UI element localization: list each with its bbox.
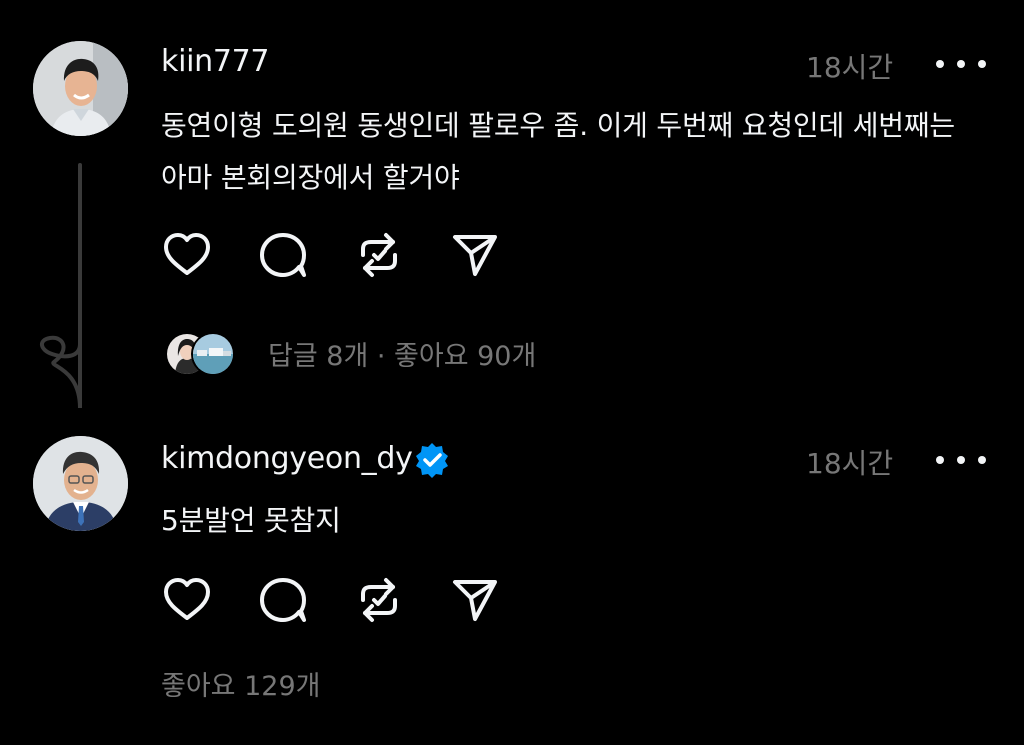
- comment-button[interactable]: [257, 229, 309, 281]
- send-icon: [453, 580, 497, 621]
- repost-icon: [361, 233, 397, 277]
- comment-button[interactable]: [257, 574, 309, 626]
- more-dot-icon: [957, 456, 965, 464]
- comment-icon: [260, 233, 306, 277]
- more-dot-icon: [936, 456, 944, 464]
- repost-button[interactable]: [353, 229, 405, 281]
- post-text: 동연이형 도의원 동생인데 팔로우 좀. 이게 두번째 요청인데 세번째는 아마…: [161, 109, 955, 194]
- share-button[interactable]: [449, 229, 501, 281]
- username[interactable]: kiin777: [161, 44, 270, 79]
- post-stats[interactable]: 답글 8개 · 좋아요 90개: [268, 334, 536, 373]
- like-button[interactable]: [161, 574, 213, 626]
- like-button[interactable]: [161, 229, 213, 281]
- more-dot-icon: [978, 456, 986, 464]
- person-avatar-icon: [33, 41, 128, 136]
- profile-avatar[interactable]: [33, 436, 128, 531]
- repost-button[interactable]: [353, 574, 405, 626]
- profile-avatar[interactable]: [33, 41, 128, 136]
- post-text: 5분발언 못참지: [161, 504, 341, 537]
- replier-avatar-2: [191, 332, 235, 376]
- username[interactable]: kimdongyeon_dy: [161, 441, 413, 476]
- timestamp: 18시간: [806, 51, 894, 84]
- timestamp: 18시간: [806, 447, 894, 480]
- post-stats[interactable]: 좋아요 129개: [161, 664, 320, 703]
- more-dot-icon: [936, 60, 944, 68]
- more-dot-icon: [978, 60, 986, 68]
- comment-icon: [260, 578, 306, 622]
- action-bar: [161, 229, 521, 281]
- replier-avatar-icon: [193, 334, 233, 374]
- post-kimdongyeon_dy: kimdongyeon_dy 18시간 5분발언 못참지 좋아요 129개: [0, 420, 1024, 745]
- send-icon: [453, 235, 497, 276]
- replier-avatars[interactable]: [165, 332, 237, 376]
- repost-icon: [361, 578, 397, 622]
- share-button[interactable]: [449, 574, 501, 626]
- person-avatar-icon: [33, 436, 128, 531]
- more-options-button[interactable]: [936, 445, 986, 475]
- verified-badge-icon: [416, 443, 448, 478]
- heart-icon: [164, 578, 210, 620]
- heart-icon: [164, 233, 210, 275]
- more-options-button[interactable]: [936, 49, 986, 79]
- more-dot-icon: [957, 60, 965, 68]
- action-bar: [161, 574, 521, 626]
- thread-loop-icon: [40, 328, 82, 408]
- post-kiin777: kiin777 18시간 동연이형 도의원 동생인데 팔로우 좀. 이게 두번째…: [0, 0, 1024, 420]
